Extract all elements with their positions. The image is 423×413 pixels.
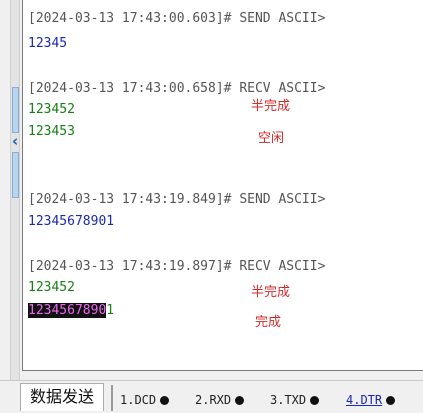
log-header: [2024-03-13 17:43:00.603]# SEND ASCII> [28, 11, 326, 26]
annotation-half-complete: 半完成 [251, 285, 291, 300]
left-panel-edge [0, 0, 10, 380]
log-header: [2024-03-13 17:43:19.897]# RECV ASCII> [28, 259, 326, 274]
collapse-chevron-icon[interactable]: ‹ [12, 130, 20, 152]
signal-label: 2.RXD [195, 393, 232, 407]
selected-text[interactable]: 1234567890 [28, 303, 107, 318]
signal-label[interactable]: 4.DTR [346, 393, 382, 407]
received-data-line: 123452 [28, 280, 75, 295]
signal-rxd: 2.RXD [195, 393, 245, 407]
signal-label: 1.DCD [120, 393, 157, 407]
annotation-complete: 完成 [255, 315, 282, 330]
received-data-line[interactable]: 12345678901 [28, 303, 114, 319]
annotation-half-complete: 半完成 [251, 99, 291, 114]
signal-label: 3.TXD [270, 393, 307, 407]
received-data-line: 123453 [28, 124, 75, 139]
status-divider [111, 385, 113, 411]
splitter-grip-lower[interactable] [12, 152, 19, 198]
sent-data-line: 12345 [28, 36, 68, 51]
dot-icon [235, 395, 245, 405]
splitter-grip-upper[interactable] [12, 87, 19, 133]
annotation-idle: 空闲 [258, 131, 285, 146]
tab-data-send[interactable]: 数据发送 [20, 383, 104, 411]
signal-dcd: 1.DCD [120, 393, 170, 407]
dot-icon [386, 395, 396, 405]
sent-data-line: 12345678901 [28, 214, 115, 229]
unselected-text: 1 [106, 303, 115, 318]
panel-splitter[interactable]: ‹ [10, 0, 20, 380]
receive-log-area[interactable]: [2024-03-13 17:43:00.603]# SEND ASCII> 1… [22, 0, 423, 371]
received-data-line: 123452 [28, 102, 75, 117]
signal-txd: 3.TXD [270, 393, 320, 407]
dot-icon [310, 395, 320, 405]
log-header: [2024-03-13 17:43:19.849]# SEND ASCII> [28, 192, 326, 207]
bottom-status-bar: 数据发送 1.DCD 2.RXD 3.TXD 4.DTR [0, 380, 423, 413]
signal-dtr[interactable]: 4.DTR [346, 393, 396, 407]
dot-icon [160, 395, 170, 405]
